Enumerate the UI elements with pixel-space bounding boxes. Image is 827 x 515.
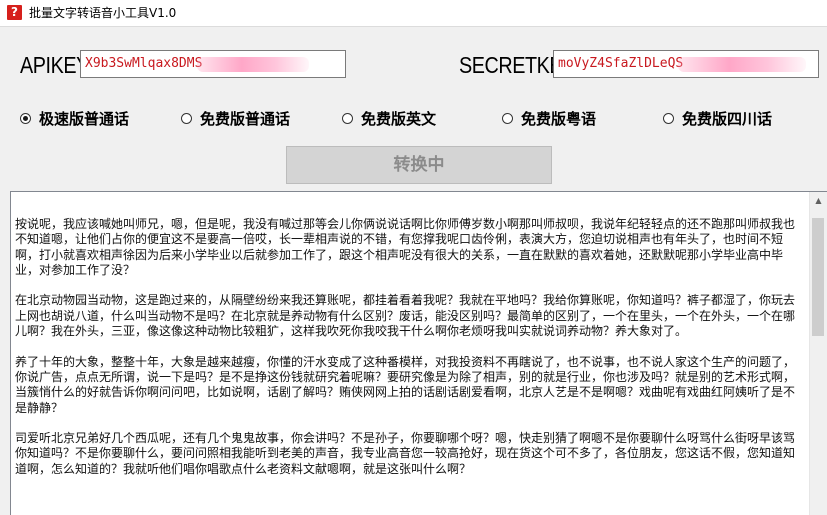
radio-label: 极速版普通话 xyxy=(39,109,130,128)
apikey-input[interactable]: X9b3SwMlqax8DMS xyxy=(80,50,346,78)
radio-label: 免费版四川话 xyxy=(682,109,773,128)
text-paragraph: 在北京动物园当动物，这是跑过来的，从隔壁纷纷来我还算账呢，都挂着看着我呢？我就在… xyxy=(15,293,796,339)
voice-option-group: 极速版普通话 免费版普通话 免费版英文 免费版粤语 免费版四川话 xyxy=(0,105,827,133)
radio-unselected-icon xyxy=(181,112,192,124)
input-text-area[interactable]: 按说呢，我应该喊她叫师兄，嗯，但是呢，我没有喊过那等会儿你俩说说话啊比你师傅岁数… xyxy=(10,191,827,515)
radio-unselected-icon xyxy=(663,112,674,124)
convert-button[interactable]: 转换中 xyxy=(286,146,552,184)
text-paragraph: 养了十年的大象，整整十年，大象是越来越瘦，你懂的汗水变成了这种番模样，对我投资料… xyxy=(15,354,796,415)
radio-option-free-sichuan[interactable]: 免费版四川话 xyxy=(663,105,772,131)
redaction-blur xyxy=(678,57,806,72)
radio-option-free-cantonese[interactable]: 免费版粤语 xyxy=(502,105,596,131)
secretkey-value: moVyZ4SfaZlDLeQS xyxy=(558,56,684,71)
secretkey-input[interactable]: moVyZ4SfaZlDLeQS xyxy=(553,50,819,78)
radio-label: 免费版粤语 xyxy=(521,109,597,128)
radio-selected-icon xyxy=(20,112,31,124)
radio-option-free-english[interactable]: 免费版英文 xyxy=(342,105,436,131)
radio-label: 免费版英文 xyxy=(361,109,437,128)
redaction-blur xyxy=(197,57,309,72)
window-title: 批量文字转语音小工具V1.0 xyxy=(29,6,177,20)
text-paragraph: 司爱听北京兄弟好几个西瓜呢，还有几个鬼鬼故事，你会讲吗？不是孙子，你要聊哪个呀？… xyxy=(15,431,796,476)
apikey-value: X9b3SwMlqax8DMS xyxy=(85,56,203,71)
radio-option-free-mandarin[interactable]: 免费版普通话 xyxy=(181,105,290,131)
text-paragraph: 按说呢，我应该喊她叫师兄，嗯，但是呢，我没有喊过那等会儿你俩说说话啊比你师傅岁数… xyxy=(15,217,796,277)
apikey-label: APIKEY xyxy=(20,52,89,78)
app-icon: ? xyxy=(7,5,22,20)
radio-label: 免费版普通话 xyxy=(200,109,291,128)
radio-unselected-icon xyxy=(502,112,513,124)
radio-option-fast-mandarin[interactable]: 极速版普通话 xyxy=(20,105,129,131)
scroll-up-arrow-icon[interactable]: ▲ xyxy=(810,192,827,209)
scrollbar-thumb[interactable] xyxy=(812,218,824,336)
radio-unselected-icon xyxy=(342,112,353,124)
title-bar: ? 批量文字转语音小工具V1.0 xyxy=(0,0,827,27)
text-content: 按说呢，我应该喊她叫师兄，嗯，但是呢，我没有喊过那等会儿你俩说说话啊比你师傅岁数… xyxy=(15,217,803,492)
vertical-scrollbar[interactable]: ▲ xyxy=(809,192,827,515)
